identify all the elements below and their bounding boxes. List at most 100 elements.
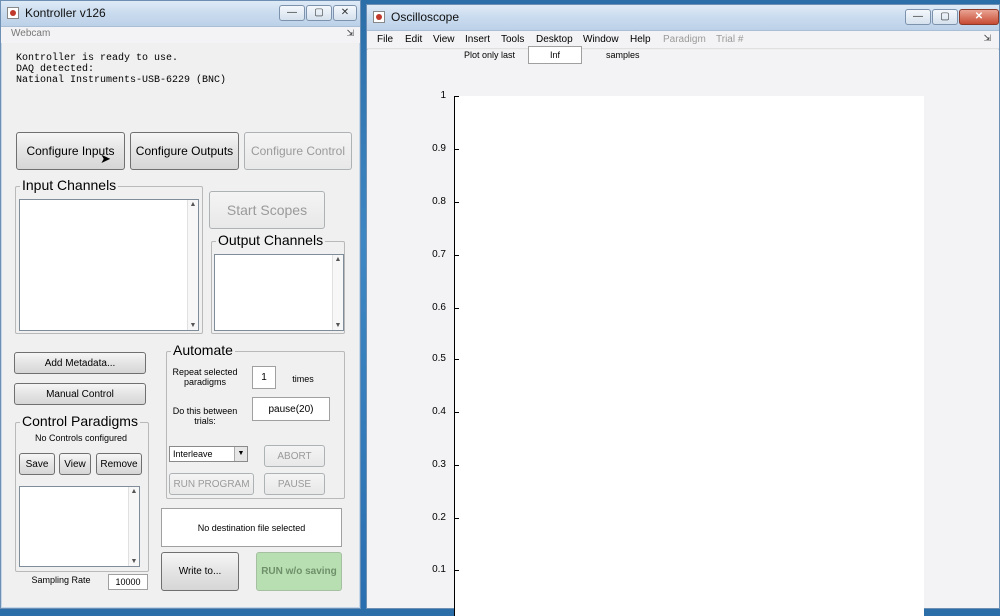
sampling-rate-input[interactable]: 10000 xyxy=(108,574,148,590)
status-line: National Instruments-USB-6229 (BNC) xyxy=(16,75,227,86)
oscilloscope-titlebar[interactable]: Oscilloscope — ▢ ✕ xyxy=(367,5,999,31)
y-tick-label: 0.9 xyxy=(432,143,446,154)
maximize-button[interactable]: ▢ xyxy=(932,9,958,25)
times-label: times xyxy=(292,374,314,384)
menu-trial[interactable]: Trial # xyxy=(716,34,743,45)
plot-only-last-input[interactable]: Inf xyxy=(528,46,582,64)
kontroller-menubar: Webcam ⇲ xyxy=(1,27,360,43)
save-paradigm-button[interactable]: Save xyxy=(19,453,55,475)
close-button[interactable]: ✕ xyxy=(333,5,357,21)
close-button[interactable]: ✕ xyxy=(959,9,999,25)
y-tick-mark xyxy=(454,202,459,203)
y-tick-mark xyxy=(454,96,459,97)
window-title: Oscilloscope xyxy=(391,10,460,24)
minimize-button[interactable]: — xyxy=(905,9,931,25)
y-tick-mark xyxy=(454,359,459,360)
paradigm-list-scrollbar[interactable]: ▲ ▼ xyxy=(128,487,139,566)
menu-window[interactable]: Window xyxy=(583,34,619,45)
scroll-down-icon[interactable]: ▼ xyxy=(188,322,198,329)
menu-help[interactable]: Help xyxy=(630,34,651,45)
menu-edit[interactable]: Edit xyxy=(405,34,422,45)
y-tick-label: 0.3 xyxy=(432,459,446,470)
matlab-figure-icon xyxy=(373,11,385,23)
output-channels-list[interactable]: ▲ ▼ xyxy=(214,254,344,331)
oscilloscope-menubar: File Edit View Insert Tools Desktop Wind… xyxy=(367,31,999,49)
repeat-label: Repeat selected paradigms xyxy=(172,367,238,387)
status-text: Kontroller is ready to use. DAQ detected… xyxy=(16,53,346,86)
minimize-button[interactable]: — xyxy=(279,5,305,21)
paradigm-list[interactable]: ▲ ▼ xyxy=(19,486,140,567)
input-channels-list[interactable]: ▲ ▼ xyxy=(19,199,199,331)
automate-title: Automate xyxy=(171,342,235,358)
y-tick-label: 0.4 xyxy=(432,406,446,417)
menu-tools[interactable]: Tools xyxy=(501,34,524,45)
pause-button[interactable]: PAUSE xyxy=(264,473,325,495)
figure-area: Plot only last Inf samples 1 0.9 0.8 0.7… xyxy=(367,46,999,616)
input-channels-scrollbar[interactable]: ▲ ▼ xyxy=(187,200,198,330)
chevron-down-icon[interactable]: ▼ xyxy=(234,447,247,461)
start-scopes-button[interactable]: Start Scopes xyxy=(209,191,325,229)
scroll-up-icon[interactable]: ▲ xyxy=(188,201,198,208)
matlab-figure-icon xyxy=(7,7,19,19)
scroll-up-icon[interactable]: ▲ xyxy=(129,488,139,495)
window-title: Kontroller v126 xyxy=(25,6,106,20)
run-without-saving-button[interactable]: RUN w/o saving xyxy=(256,552,342,591)
status-line: DAQ detected: xyxy=(16,64,95,75)
menu-desktop[interactable]: Desktop xyxy=(536,34,573,45)
between-trials-input[interactable]: pause(20) xyxy=(252,397,330,421)
samples-label: samples xyxy=(606,50,640,60)
menu-view[interactable]: View xyxy=(433,34,455,45)
menu-file[interactable]: File xyxy=(377,34,393,45)
plot-axes[interactable] xyxy=(454,96,924,616)
menu-paradigm[interactable]: Paradigm xyxy=(663,34,706,45)
oscilloscope-window: Oscilloscope — ▢ ✕ File Edit View Insert… xyxy=(366,4,1000,616)
y-tick-mark xyxy=(454,308,459,309)
y-tick-label: 0.7 xyxy=(432,249,446,260)
repeat-count-input[interactable]: 1 xyxy=(252,366,276,389)
scroll-down-icon[interactable]: ▼ xyxy=(333,322,343,329)
kontroller-window: Kontroller v126 — ▢ ✕ Webcam ⇲ Kontrolle… xyxy=(0,0,361,609)
plot-only-last-label: Plot only last xyxy=(464,50,516,60)
between-trials-label: Do this between trials: xyxy=(172,406,238,426)
sampling-rate-label: Sampling Rate xyxy=(31,575,91,585)
menu-insert[interactable]: Insert xyxy=(465,34,490,45)
output-channels-scrollbar[interactable]: ▲ ▼ xyxy=(332,255,343,330)
y-tick-label: 0.8 xyxy=(432,196,446,207)
mode-select[interactable]: Interleave ▼ xyxy=(169,446,248,462)
add-metadata-button[interactable]: Add Metadata... xyxy=(14,352,146,374)
y-tick-mark xyxy=(454,255,459,256)
y-tick-mark xyxy=(454,465,459,466)
status-line: Kontroller is ready to use. xyxy=(16,53,179,64)
control-paradigms-status: No Controls configured xyxy=(34,433,128,443)
write-to-button[interactable]: Write to... xyxy=(161,552,239,591)
view-paradigm-button[interactable]: View xyxy=(59,453,91,475)
y-tick-label: 0.1 xyxy=(432,564,446,575)
scroll-down-icon[interactable]: ▼ xyxy=(129,558,139,565)
input-channels-title: Input Channels xyxy=(20,177,119,193)
pin-icon[interactable]: ⇲ xyxy=(346,28,354,39)
mouse-cursor-icon: ➤ xyxy=(100,151,111,166)
scroll-up-icon[interactable]: ▲ xyxy=(333,256,343,263)
mode-select-value: Interleave xyxy=(173,449,213,459)
menu-webcam[interactable]: Webcam xyxy=(11,28,50,39)
kontroller-titlebar[interactable]: Kontroller v126 — ▢ ✕ xyxy=(1,1,360,27)
y-tick-label: 0.6 xyxy=(432,302,446,313)
destination-file-display: No destination file selected xyxy=(161,508,342,547)
y-tick-mark xyxy=(454,149,459,150)
configure-control-button[interactable]: Configure Control xyxy=(244,132,352,170)
y-tick-label: 1 xyxy=(440,90,446,101)
y-tick-mark xyxy=(454,570,459,571)
y-tick-label: 0.2 xyxy=(432,512,446,523)
abort-button[interactable]: ABORT xyxy=(264,445,325,467)
pin-icon[interactable]: ⇲ xyxy=(983,33,991,44)
y-tick-label: 0.5 xyxy=(432,353,446,364)
run-program-button[interactable]: RUN PROGRAM xyxy=(169,473,254,495)
output-channels-title: Output Channels xyxy=(216,232,326,248)
remove-paradigm-button[interactable]: Remove xyxy=(96,453,142,475)
configure-outputs-button[interactable]: Configure Outputs xyxy=(130,132,239,170)
y-tick-mark xyxy=(454,518,459,519)
y-tick-mark xyxy=(454,412,459,413)
manual-control-button[interactable]: Manual Control xyxy=(14,383,146,405)
control-paradigms-title: Control Paradigms xyxy=(20,413,140,429)
maximize-button[interactable]: ▢ xyxy=(306,5,332,21)
